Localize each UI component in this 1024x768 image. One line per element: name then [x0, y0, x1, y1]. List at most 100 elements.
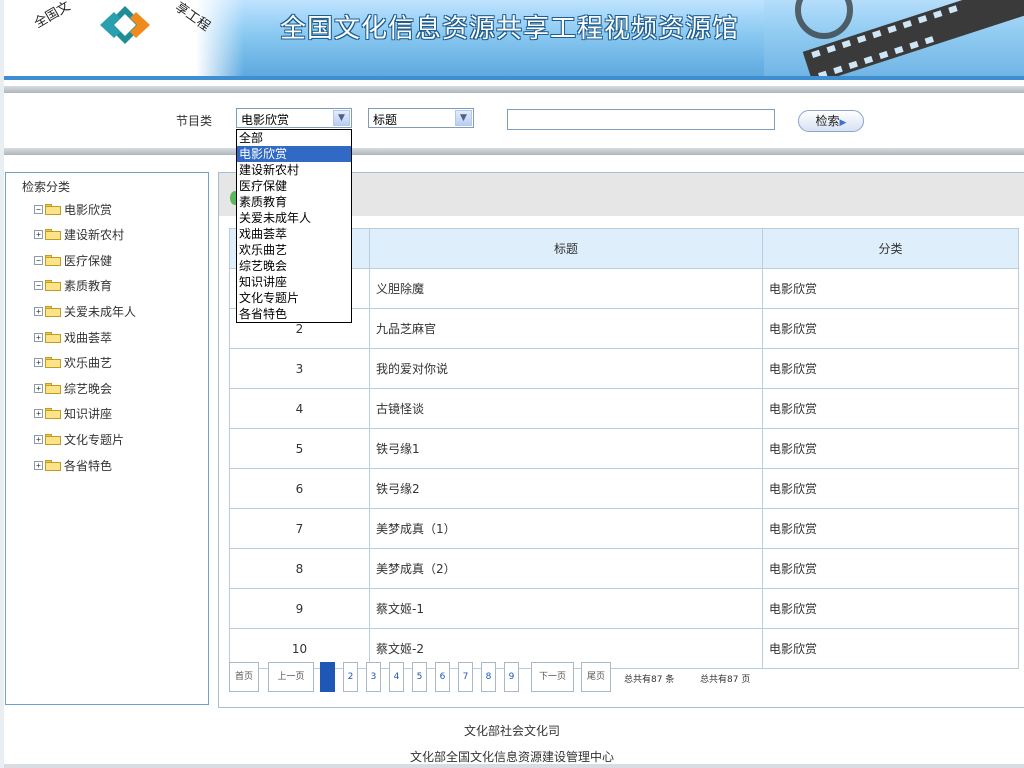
keyword-input[interactable] — [507, 109, 775, 130]
last-page-button[interactable]: 尾页 — [581, 662, 611, 692]
field-select[interactable]: 标题 ▼ — [368, 108, 474, 128]
tree-item-label[interactable]: 戏曲荟萃 — [64, 329, 112, 346]
tree-item-label[interactable]: 素质教育 — [64, 277, 112, 294]
row-title-link[interactable]: 我的爱对你说 — [369, 348, 763, 389]
column-header-category[interactable]: 分类 — [762, 228, 1019, 269]
table-row: 6 铁弓缘2 电影欣赏 — [229, 468, 1019, 509]
dropdown-option[interactable]: 文化专题片 — [237, 290, 351, 306]
dropdown-option[interactable]: 戏曲荟萃 — [237, 226, 351, 242]
folder-icon — [45, 382, 61, 394]
row-title-link[interactable]: 铁弓缘1 — [369, 428, 763, 469]
row-category: 电影欣赏 — [762, 348, 1019, 389]
expand-icon[interactable]: + — [34, 434, 43, 444]
page-number-button[interactable]: 1 — [320, 662, 335, 692]
table-row: 8 美梦成真（2） 电影欣赏 — [229, 548, 1019, 589]
row-title-link[interactable]: 蔡文姬-1 — [369, 588, 763, 629]
expand-icon[interactable]: + — [34, 306, 43, 316]
total-pages-text: 总共有87 页 — [700, 675, 751, 685]
page-left-border — [0, 0, 4, 768]
tree-item[interactable]: + 欢乐曲艺 — [34, 354, 112, 372]
tree-item-label[interactable]: 文化专题片 — [64, 431, 124, 448]
row-title-link[interactable]: 美梦成真（1） — [369, 508, 763, 549]
page-number-button[interactable]: 2 — [343, 662, 358, 692]
dropdown-option[interactable]: 素质教育 — [237, 194, 351, 210]
tree-item[interactable]: + 文化专题片 — [34, 430, 124, 448]
table-row: 7 美梦成真（1） 电影欣赏 — [229, 508, 1019, 549]
first-page-button[interactable]: 首页 — [229, 662, 259, 692]
dropdown-option[interactable]: 综艺晚会 — [237, 258, 351, 274]
page-number-button[interactable]: 4 — [389, 662, 404, 692]
row-category: 电影欣赏 — [762, 388, 1019, 429]
collapse-icon[interactable]: − — [34, 255, 43, 265]
page-number-button[interactable]: 3 — [366, 662, 381, 692]
collapse-icon[interactable]: − — [34, 281, 43, 291]
expand-icon[interactable]: + — [34, 460, 43, 470]
total-items-text: 总共有87 条 — [624, 675, 675, 685]
expand-icon[interactable]: + — [34, 230, 43, 240]
logo-emblem-icon — [100, 6, 150, 44]
next-page-button[interactable]: 下一页 — [531, 662, 574, 692]
page-number-button[interactable]: 9 — [504, 662, 519, 692]
expand-icon[interactable]: + — [34, 409, 43, 419]
dropdown-option[interactable]: 各省特色 — [237, 306, 351, 322]
tree-item[interactable]: + 各省特色 — [34, 456, 112, 474]
folder-icon — [45, 229, 61, 241]
tree-item[interactable]: + 知识讲座 — [34, 405, 112, 423]
page-number-button[interactable]: 7 — [458, 662, 473, 692]
folder-icon — [45, 459, 61, 471]
category-select-value: 电影欣赏 — [241, 113, 290, 127]
dropdown-option[interactable]: 医疗保健 — [237, 178, 351, 194]
row-category: 电影欣赏 — [762, 468, 1019, 509]
dropdown-option[interactable]: 全部 — [237, 130, 351, 146]
tree-item[interactable]: + 关爱未成年人 — [34, 302, 136, 320]
folder-icon — [45, 357, 61, 369]
page-number-button[interactable]: 8 — [481, 662, 496, 692]
row-title-link[interactable]: 九品芝麻官 — [369, 308, 763, 349]
tree-item[interactable]: − 电影欣赏 — [34, 200, 112, 218]
row-category: 电影欣赏 — [762, 268, 1019, 309]
row-title-link[interactable]: 美梦成真（2） — [369, 548, 763, 589]
row-title-link[interactable]: 义胆除魔 — [369, 268, 763, 309]
footer-line-1: 文化部社会文化司 — [463, 724, 560, 738]
tree-item[interactable]: + 建设新农村 — [34, 226, 124, 244]
dropdown-option[interactable]: 电影欣赏 — [237, 146, 351, 162]
row-title-link[interactable]: 古镜怪谈 — [369, 388, 763, 429]
prev-page-button[interactable]: 上一页 — [268, 662, 314, 692]
expand-icon[interactable]: + — [34, 383, 43, 393]
tree-item-label[interactable]: 医疗保健 — [64, 252, 112, 269]
dropdown-option[interactable]: 关爱未成年人 — [237, 210, 351, 226]
category-dropdown-list[interactable]: 全部 电影欣赏 建设新农村 医疗保健 素质教育 关爱未成年人 戏曲荟萃 欢乐曲艺 综艺晚会 知识讲… — [236, 129, 352, 323]
folder-icon — [45, 305, 61, 317]
dropdown-option[interactable]: 知识讲座 — [237, 274, 351, 290]
row-category: 电影欣赏 — [762, 588, 1019, 629]
chevron-down-icon[interactable]: ▼ — [455, 110, 472, 126]
tree-item-label[interactable]: 关爱未成年人 — [64, 303, 136, 320]
dropdown-option[interactable]: 欢乐曲艺 — [237, 242, 351, 258]
row-category: 电影欣赏 — [762, 428, 1019, 469]
banner-bottom-rule — [4, 76, 1024, 80]
page-number-button[interactable]: 6 — [435, 662, 450, 692]
tree-item-label[interactable]: 综艺晚会 — [64, 380, 112, 397]
tree-item[interactable]: + 戏曲荟萃 — [34, 328, 112, 346]
row-category: 电影欣赏 — [762, 628, 1019, 669]
tree-item-label[interactable]: 欢乐曲艺 — [64, 354, 112, 371]
tree-item-label[interactable]: 建设新农村 — [64, 226, 124, 243]
row-title-link[interactable]: 铁弓缘2 — [369, 468, 763, 509]
expand-icon[interactable]: + — [34, 332, 43, 342]
category-select[interactable]: 电影欣赏 ▼ — [236, 108, 352, 128]
play-arrow-icon: ▶ — [839, 118, 847, 128]
collapse-icon[interactable]: − — [34, 204, 43, 214]
expand-icon[interactable]: + — [34, 358, 43, 368]
tree-item[interactable]: − 素质教育 — [34, 277, 112, 295]
chevron-down-icon[interactable]: ▼ — [333, 110, 350, 126]
dropdown-option[interactable]: 建设新农村 — [237, 162, 351, 178]
column-header-title[interactable]: 标题 — [369, 228, 763, 269]
tree-item-label[interactable]: 知识讲座 — [64, 405, 112, 422]
row-number: 5 — [229, 428, 370, 469]
tree-item-label[interactable]: 电影欣赏 — [64, 201, 112, 218]
tree-item-label[interactable]: 各省特色 — [64, 457, 112, 474]
page-number-button[interactable]: 5 — [412, 662, 427, 692]
search-button[interactable]: 检索▶ — [798, 110, 864, 132]
tree-item[interactable]: + 综艺晚会 — [34, 379, 112, 397]
tree-item[interactable]: − 医疗保健 — [34, 251, 112, 269]
